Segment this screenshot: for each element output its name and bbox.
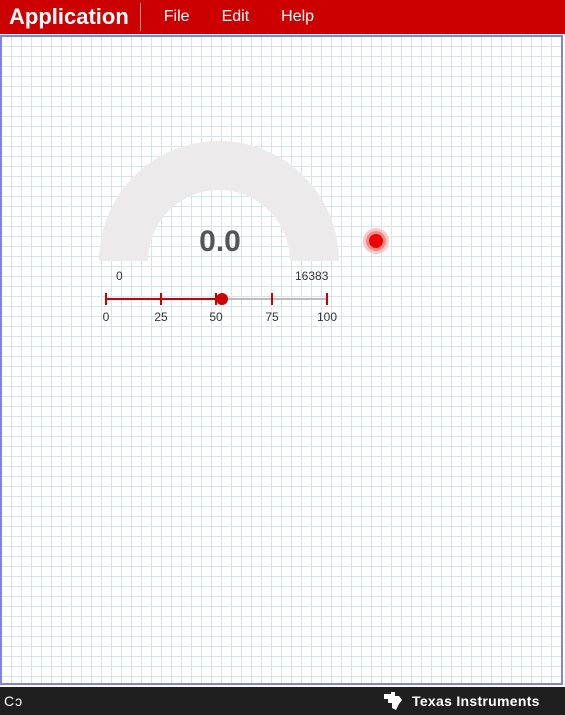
gauge-max-label: 16383 [295,269,329,283]
brand-name: Texas Instruments [412,693,540,709]
slider-tick-label: 50 [209,310,223,324]
ti-logo-icon [384,692,402,710]
connection-status-icon[interactable]: Cↄ [4,693,23,709]
slider-tick-label: 0 [102,310,110,324]
app-header-bar: Application File Edit Help [0,0,565,34]
slider-tick-label: 75 [265,310,279,324]
app-title: Application [0,3,141,31]
footer-bar: Cↄ Texas Instruments [0,687,565,715]
slider[interactable] [98,290,334,310]
menu-edit[interactable]: Edit [222,8,250,26]
menu-file[interactable]: File [164,8,190,26]
gauge-min-label: 0 [116,269,123,283]
led-indicator [363,228,389,254]
design-canvas [0,35,563,685]
gauge-value: 0.0 [199,225,241,258]
slider-tick-label: 100 [316,310,338,324]
menu-help[interactable]: Help [281,8,314,26]
slider-thumb[interactable] [216,293,228,305]
slider-tick-label: 25 [154,310,168,324]
